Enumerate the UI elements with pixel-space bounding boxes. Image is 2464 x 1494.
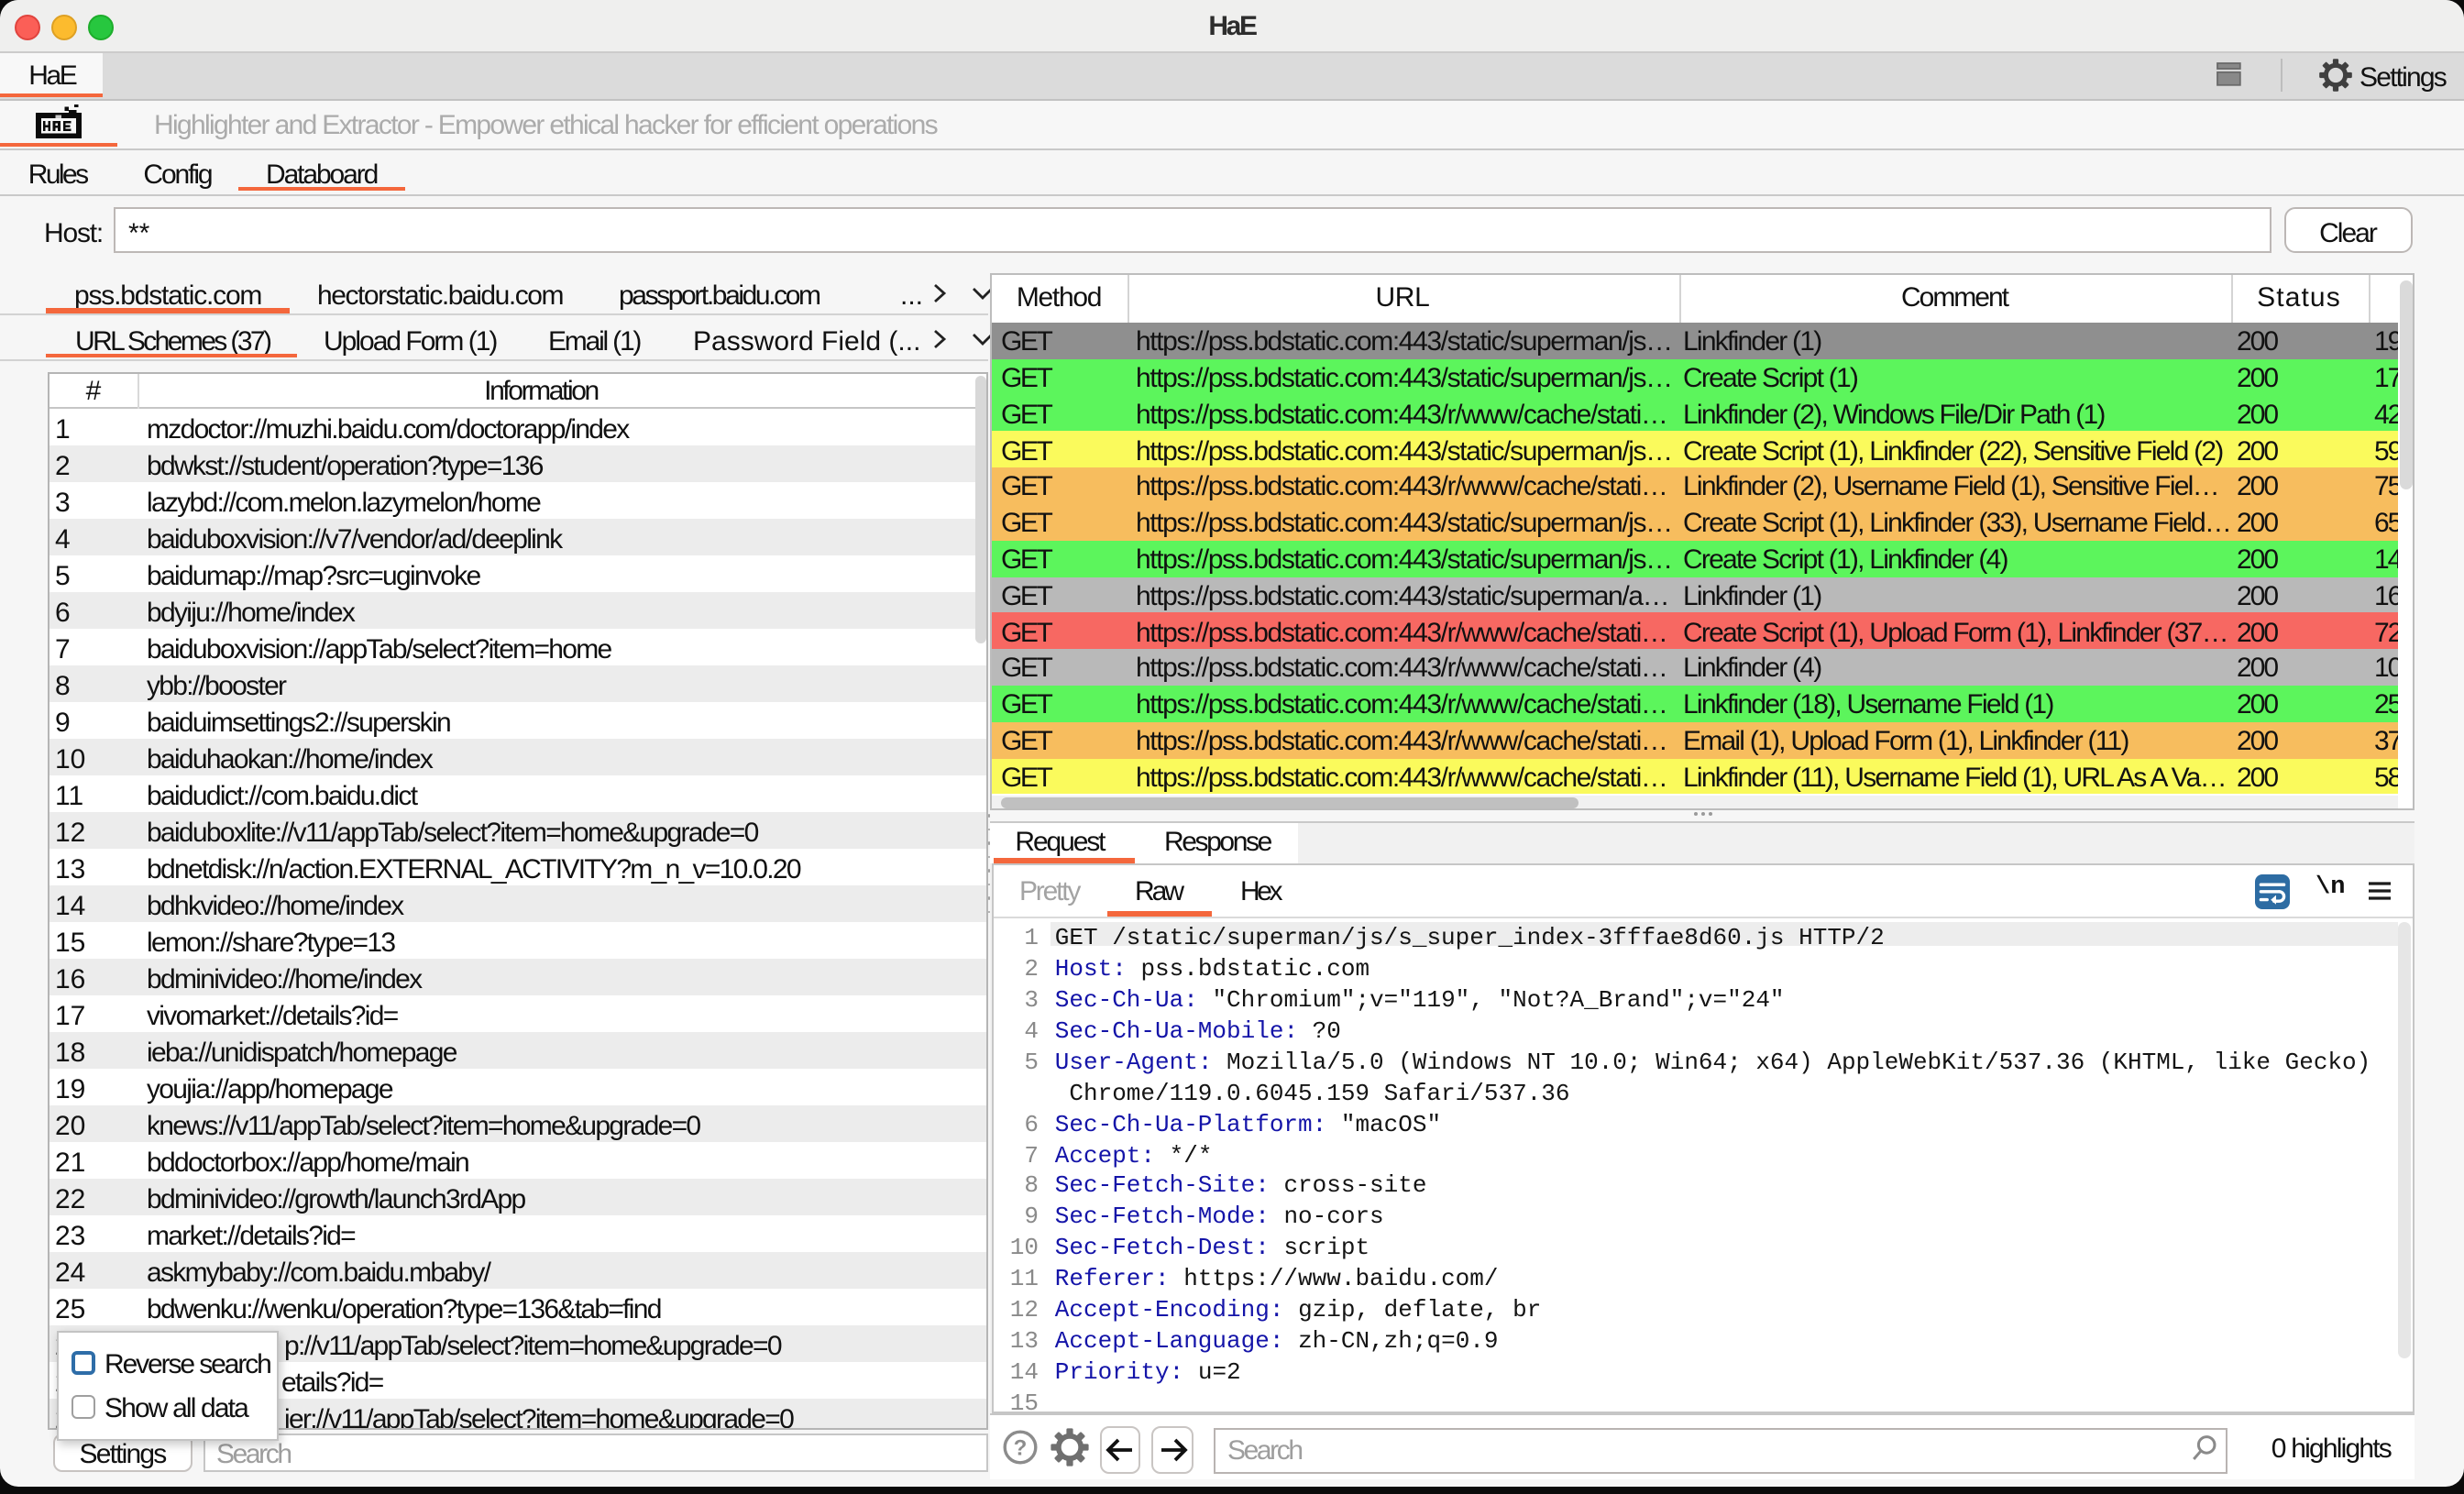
svg-text:?: ? [1013,1436,1027,1461]
